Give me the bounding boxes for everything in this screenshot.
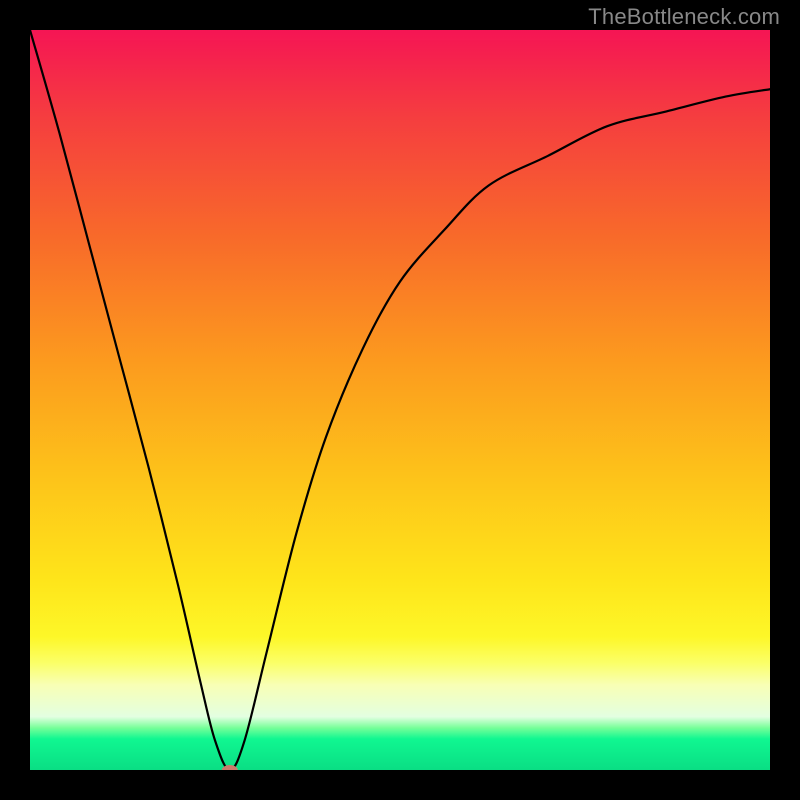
axis-bottom — [0, 770, 800, 800]
axis-right — [770, 0, 800, 800]
watermark-text: TheBottleneck.com — [588, 4, 780, 30]
bottleneck-curve-path — [30, 30, 770, 770]
bottleneck-curve-svg — [30, 30, 770, 770]
axis-left — [0, 0, 30, 800]
plot-area — [30, 30, 770, 770]
chart-frame: TheBottleneck.com — [0, 0, 800, 800]
